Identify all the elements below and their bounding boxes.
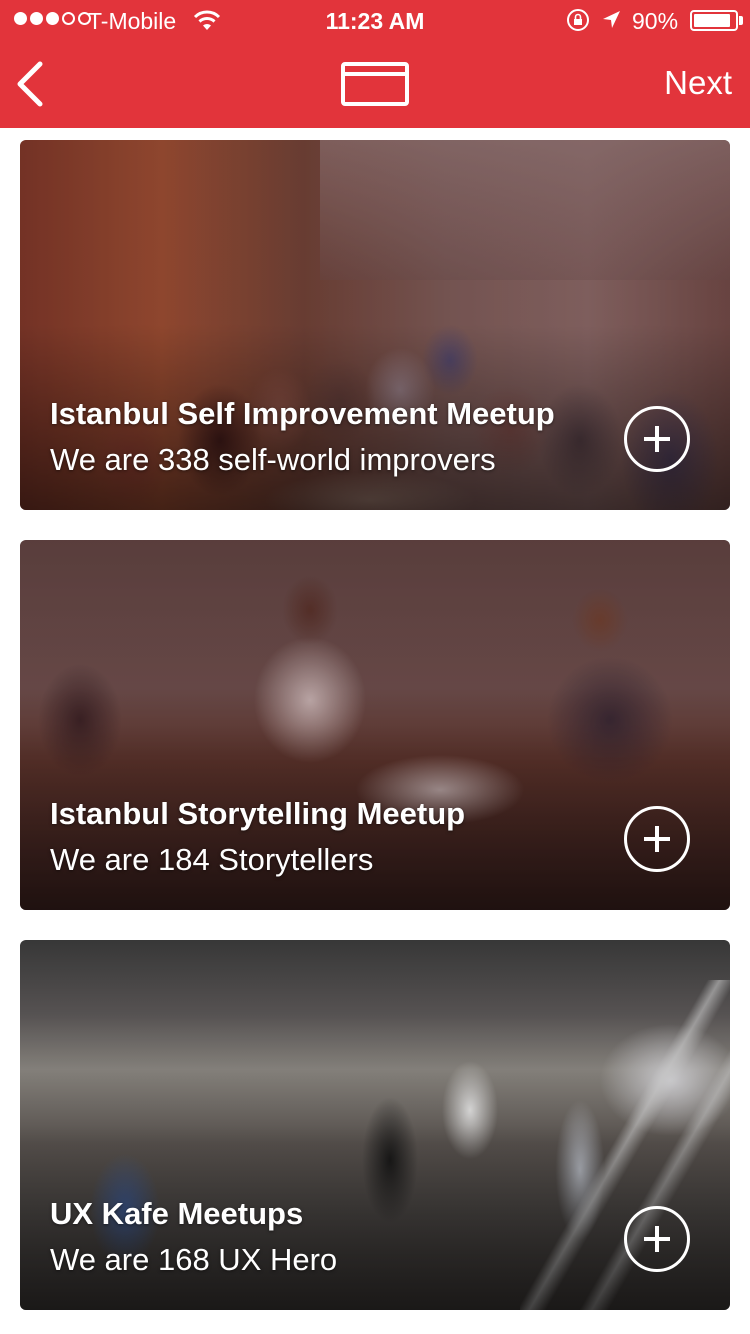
chevron-left-icon[interactable] — [10, 58, 54, 110]
battery-percent: 90% — [632, 8, 679, 34]
group-member-count: We are 184 Storytellers — [50, 842, 374, 877]
rotation-lock-icon — [567, 9, 589, 31]
battery-cap — [739, 16, 743, 25]
group-card[interactable]: Istanbul Self Improvement Meetup We are … — [20, 140, 730, 510]
group-title: Istanbul Self Improvement Meetup — [50, 396, 555, 431]
next-button[interactable]: Next — [664, 64, 732, 102]
battery-fill — [694, 14, 730, 27]
add-group-plus-icon[interactable] — [624, 806, 690, 872]
group-member-count: We are 338 self-world improvers — [50, 442, 496, 477]
group-title: UX Kafe Meetups — [50, 1196, 304, 1231]
card-icon — [341, 62, 409, 106]
group-title: Istanbul Storytelling Meetup — [50, 796, 466, 831]
top-bar: T-Mobile 11:23 AM 90% Next — [0, 0, 750, 128]
group-member-count: We are 168 UX Hero — [50, 1242, 338, 1277]
location-arrow-icon — [603, 11, 620, 28]
group-card[interactable]: UX Kafe Meetups We are 168 UX Hero — [20, 940, 730, 1310]
status-bar: T-Mobile 11:23 AM 90% — [0, 0, 750, 40]
add-group-plus-icon[interactable] — [624, 406, 690, 472]
battery-icon — [690, 10, 738, 31]
group-card[interactable]: Istanbul Storytelling Meetup We are 184 … — [20, 540, 730, 910]
add-group-plus-icon[interactable] — [624, 1206, 690, 1272]
